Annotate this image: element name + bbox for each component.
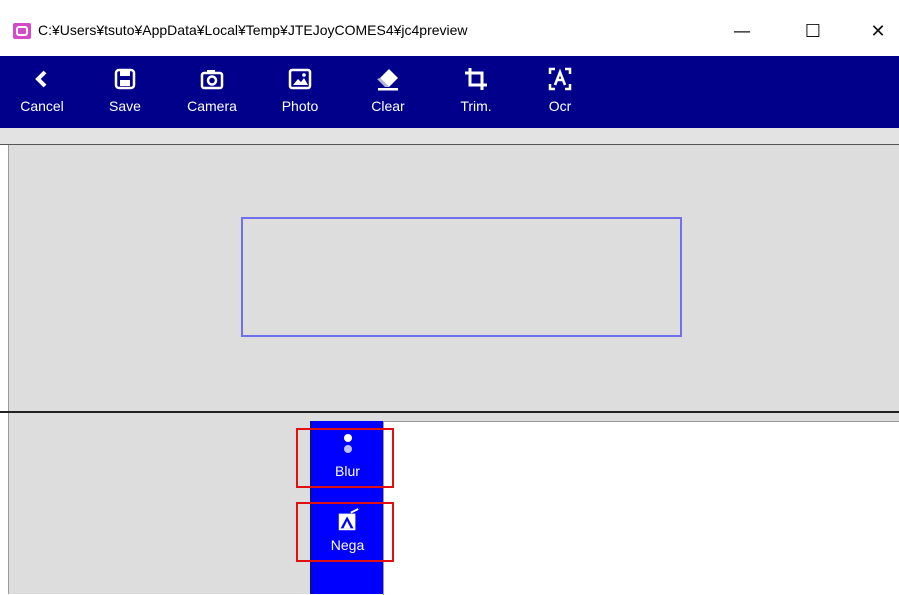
- app-icon[interactable]: [13, 23, 31, 39]
- cancel-label: Cancel: [20, 98, 64, 114]
- blur-highlight-box: [296, 428, 394, 488]
- nega-highlight-box: [296, 502, 394, 562]
- eraser-icon: [375, 66, 401, 92]
- crop-icon: [463, 66, 489, 92]
- filter-area: Blur Nega: [8, 413, 899, 595]
- toolbar: Cancel Save Camera Photo Clear Trim. Ocr: [0, 56, 899, 128]
- preview-frame[interactable]: [241, 217, 682, 337]
- window-title: C:¥Users¥tsuto¥AppData¥Local¥Temp¥JTEJoy…: [38, 22, 468, 38]
- preview-area[interactable]: [8, 145, 899, 411]
- photo-button[interactable]: Photo: [266, 56, 334, 128]
- cancel-button[interactable]: Cancel: [8, 56, 76, 128]
- floppy-disk-icon: [112, 66, 138, 92]
- save-button[interactable]: Save: [91, 56, 159, 128]
- save-label: Save: [109, 98, 141, 114]
- trim-button[interactable]: Trim.: [442, 56, 510, 128]
- title-bar: C:¥Users¥tsuto¥AppData¥Local¥Temp¥JTEJoy…: [0, 0, 899, 57]
- ocr-button[interactable]: Ocr: [526, 56, 594, 128]
- left-edge: [0, 145, 8, 594]
- minimize-button[interactable]: —: [724, 18, 760, 44]
- ocr-label: Ocr: [548, 98, 572, 114]
- back-chevron-icon: [29, 66, 55, 92]
- clear-button[interactable]: Clear: [354, 56, 422, 128]
- filter-options-panel: [383, 421, 899, 595]
- photo-label: Photo: [281, 98, 319, 114]
- close-button[interactable]: ✕: [860, 18, 896, 44]
- clear-label: Clear: [371, 98, 405, 114]
- maximize-button[interactable]: ☐: [795, 18, 831, 44]
- camera-icon: [199, 66, 225, 92]
- camera-button[interactable]: Camera: [178, 56, 246, 128]
- text-recognition-icon: [547, 66, 573, 92]
- toolbar-separator: [0, 128, 899, 145]
- image-icon: [287, 66, 313, 92]
- camera-label: Camera: [187, 98, 237, 114]
- trim-label: Trim.: [460, 98, 492, 114]
